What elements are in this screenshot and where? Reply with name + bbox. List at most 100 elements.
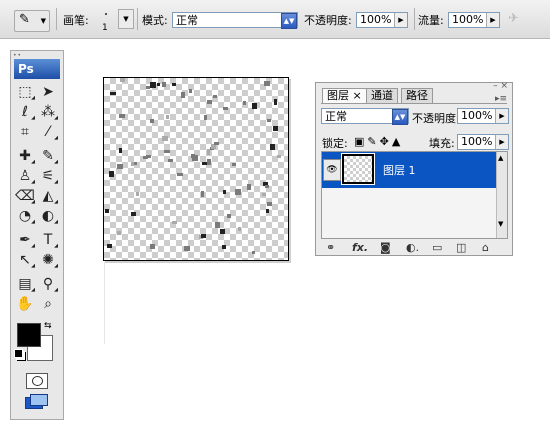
- ps-logo[interactable]: Ps: [14, 59, 60, 79]
- path-selection-icon[interactable]: ↖ ◢: [15, 251, 35, 269]
- paint-bucket-icon[interactable]: ◭ ◢: [38, 187, 58, 205]
- layers-bottom-bar: ⚭ fx. ◙ ◐. ▭ ◫ ⌂: [322, 241, 508, 255]
- swap-colors-icon[interactable]: ⇆: [44, 321, 52, 331]
- layer-thumbnail[interactable]: [341, 153, 375, 185]
- move-icon[interactable]: ➤: [38, 83, 58, 101]
- eye-icon[interactable]: 👁: [323, 159, 341, 181]
- grip-icon[interactable]: ••: [13, 52, 22, 59]
- layer-opacity-value: 100%: [461, 109, 493, 122]
- foreground-color-swatch[interactable]: [17, 323, 41, 347]
- quick-mask-button[interactable]: [26, 373, 48, 389]
- canvas-pixel: [189, 89, 192, 93]
- canvas-pixel: [227, 214, 231, 218]
- canvas-pixel: [247, 184, 251, 190]
- toolbox: •• Ps ⬚ ◢ ➤ ℓ ◢ ⁂ ◢ ⌗ ⁄ ◢ ✚ ◢ ✎ ◢ ♙ ◢ ⚟ ◢ ⌫ ◢ ◭ ◢ …: [10, 50, 64, 420]
- lock-transparency-icon[interactable]: ▣: [354, 135, 367, 148]
- adjustment-icon[interactable]: ◐.: [406, 241, 419, 254]
- pen-icon[interactable]: ✒ ◢: [15, 231, 35, 249]
- lock-paint-icon[interactable]: ✎: [367, 135, 379, 148]
- divider: [137, 8, 138, 30]
- trash-icon[interactable]: ⌂: [482, 241, 489, 254]
- history-brush-icon[interactable]: ⚟ ◢: [38, 167, 58, 185]
- fx-icon[interactable]: fx.: [352, 241, 368, 254]
- layer-row[interactable]: 👁 图层 1: [322, 152, 497, 188]
- rect-marquee-icon[interactable]: ⬚ ◢: [15, 83, 35, 101]
- canvas-pixel: [131, 212, 136, 216]
- custom-shape-icon[interactable]: ✺ ◢: [38, 251, 58, 269]
- new-layer-icon[interactable]: ◫: [456, 241, 466, 254]
- layer-scrollbar[interactable]: ▲ ▼: [496, 152, 507, 238]
- opacity-input[interactable]: 100% ▶: [356, 12, 408, 28]
- document-canvas[interactable]: [103, 77, 289, 261]
- canvas-pixel: [201, 191, 204, 197]
- dodge-icon[interactable]: ◐ ◢: [38, 207, 58, 225]
- link-icon[interactable]: ⚭: [326, 241, 335, 254]
- layer-opacity-input[interactable]: 100% ▶: [457, 108, 509, 124]
- lock-position-icon[interactable]: ✥: [380, 135, 392, 148]
- clone-stamp-icon[interactable]: ♙ ◢: [15, 167, 35, 185]
- default-colors-icon[interactable]: [14, 349, 23, 358]
- panel-controls-icon[interactable]: – ×: [493, 81, 508, 91]
- mode-select[interactable]: 正常 ▲▼: [172, 12, 298, 29]
- chevron-right-icon[interactable]: ▶: [495, 109, 508, 123]
- blend-mode-select[interactable]: 正常 ▲▼: [321, 108, 409, 125]
- canvas-pixel: [166, 115, 169, 119]
- canvas-pixel: [222, 245, 226, 249]
- canvas-pixel: [277, 155, 281, 158]
- healing-brush-icon[interactable]: ✚ ◢: [15, 147, 35, 165]
- tab-channels[interactable]: 通道: [366, 88, 398, 103]
- zoom-icon[interactable]: ⌕: [38, 295, 58, 313]
- tab-layers[interactable]: 图层 ×: [322, 88, 367, 103]
- brush-tip-icon: [105, 13, 107, 15]
- canvas-pixel: [243, 101, 246, 105]
- eraser-icon[interactable]: ⌫ ◢: [15, 187, 35, 205]
- chevron-right-icon[interactable]: ▶: [486, 13, 499, 27]
- brush-icon[interactable]: ✎ ◢: [38, 147, 58, 165]
- scroll-down-icon[interactable]: ▼: [498, 220, 503, 228]
- canvas-pixel: [264, 81, 270, 86]
- canvas-pixel: [119, 148, 122, 153]
- select-arrow-icon: ▲▼: [392, 109, 408, 125]
- layer-name[interactable]: 图层 1: [383, 162, 416, 178]
- slice-icon[interactable]: ⁄ ◢: [38, 123, 58, 141]
- lock-all-icon[interactable]: ▲: [392, 135, 403, 148]
- lock-icons[interactable]: ▣✎✥▲: [354, 135, 403, 148]
- canvas-pixel: [213, 95, 217, 98]
- type-icon[interactable]: T ◢: [38, 231, 58, 249]
- scroll-up-icon[interactable]: ▲: [498, 154, 503, 162]
- crop-icon[interactable]: ⌗: [15, 123, 35, 141]
- brush-preview[interactable]: 1: [94, 9, 118, 33]
- blur-icon[interactable]: ◔ ◢: [15, 207, 35, 225]
- magic-wand-icon[interactable]: ⁂ ◢: [38, 103, 58, 121]
- mode-value: 正常: [176, 14, 198, 27]
- canvas-pixel: [168, 159, 173, 162]
- lasso-icon[interactable]: ℓ ◢: [15, 103, 35, 121]
- eyedropper-icon[interactable]: ⚲ ◢: [38, 275, 58, 293]
- canvas-pixel: [262, 193, 266, 196]
- canvas-pixel: [110, 92, 116, 95]
- canvas-pixel: [215, 222, 220, 228]
- tool-preset-picker[interactable]: ✎ ▼: [14, 10, 50, 32]
- screen-mode-button[interactable]: [25, 394, 48, 409]
- canvas-pixel: [143, 156, 148, 159]
- canvas-pixel: [117, 231, 121, 235]
- opacity-value: 100%: [360, 13, 392, 26]
- canvas-pixel: [184, 246, 190, 251]
- flow-input[interactable]: 100% ▶: [448, 12, 500, 28]
- flow-value: 100%: [452, 13, 484, 26]
- tab-paths[interactable]: 路径: [401, 88, 433, 103]
- brush-dropdown-button[interactable]: ▼: [118, 9, 134, 29]
- select-arrow-icon: ▲▼: [281, 13, 297, 29]
- folder-icon[interactable]: ▭: [432, 241, 442, 254]
- canvas-pixel: [214, 142, 219, 145]
- chevron-right-icon[interactable]: ▶: [495, 135, 508, 149]
- fill-input[interactable]: 100% ▶: [457, 134, 509, 150]
- canvas-pixel: [207, 100, 212, 104]
- lock-label: 锁定:: [322, 137, 348, 150]
- chevron-right-icon[interactable]: ▶: [394, 13, 407, 27]
- hand-icon[interactable]: ✋: [15, 295, 35, 313]
- layers-panel: – × 图层 × 通道 路径 ▸≡ 正常 ▲▼ 不透明度: 100% ▶ 锁定:…: [315, 81, 513, 256]
- airbrush-icon[interactable]: ✈: [508, 11, 526, 27]
- mask-icon[interactable]: ◙: [380, 241, 391, 254]
- notes-icon[interactable]: ▤ ◢: [15, 275, 35, 293]
